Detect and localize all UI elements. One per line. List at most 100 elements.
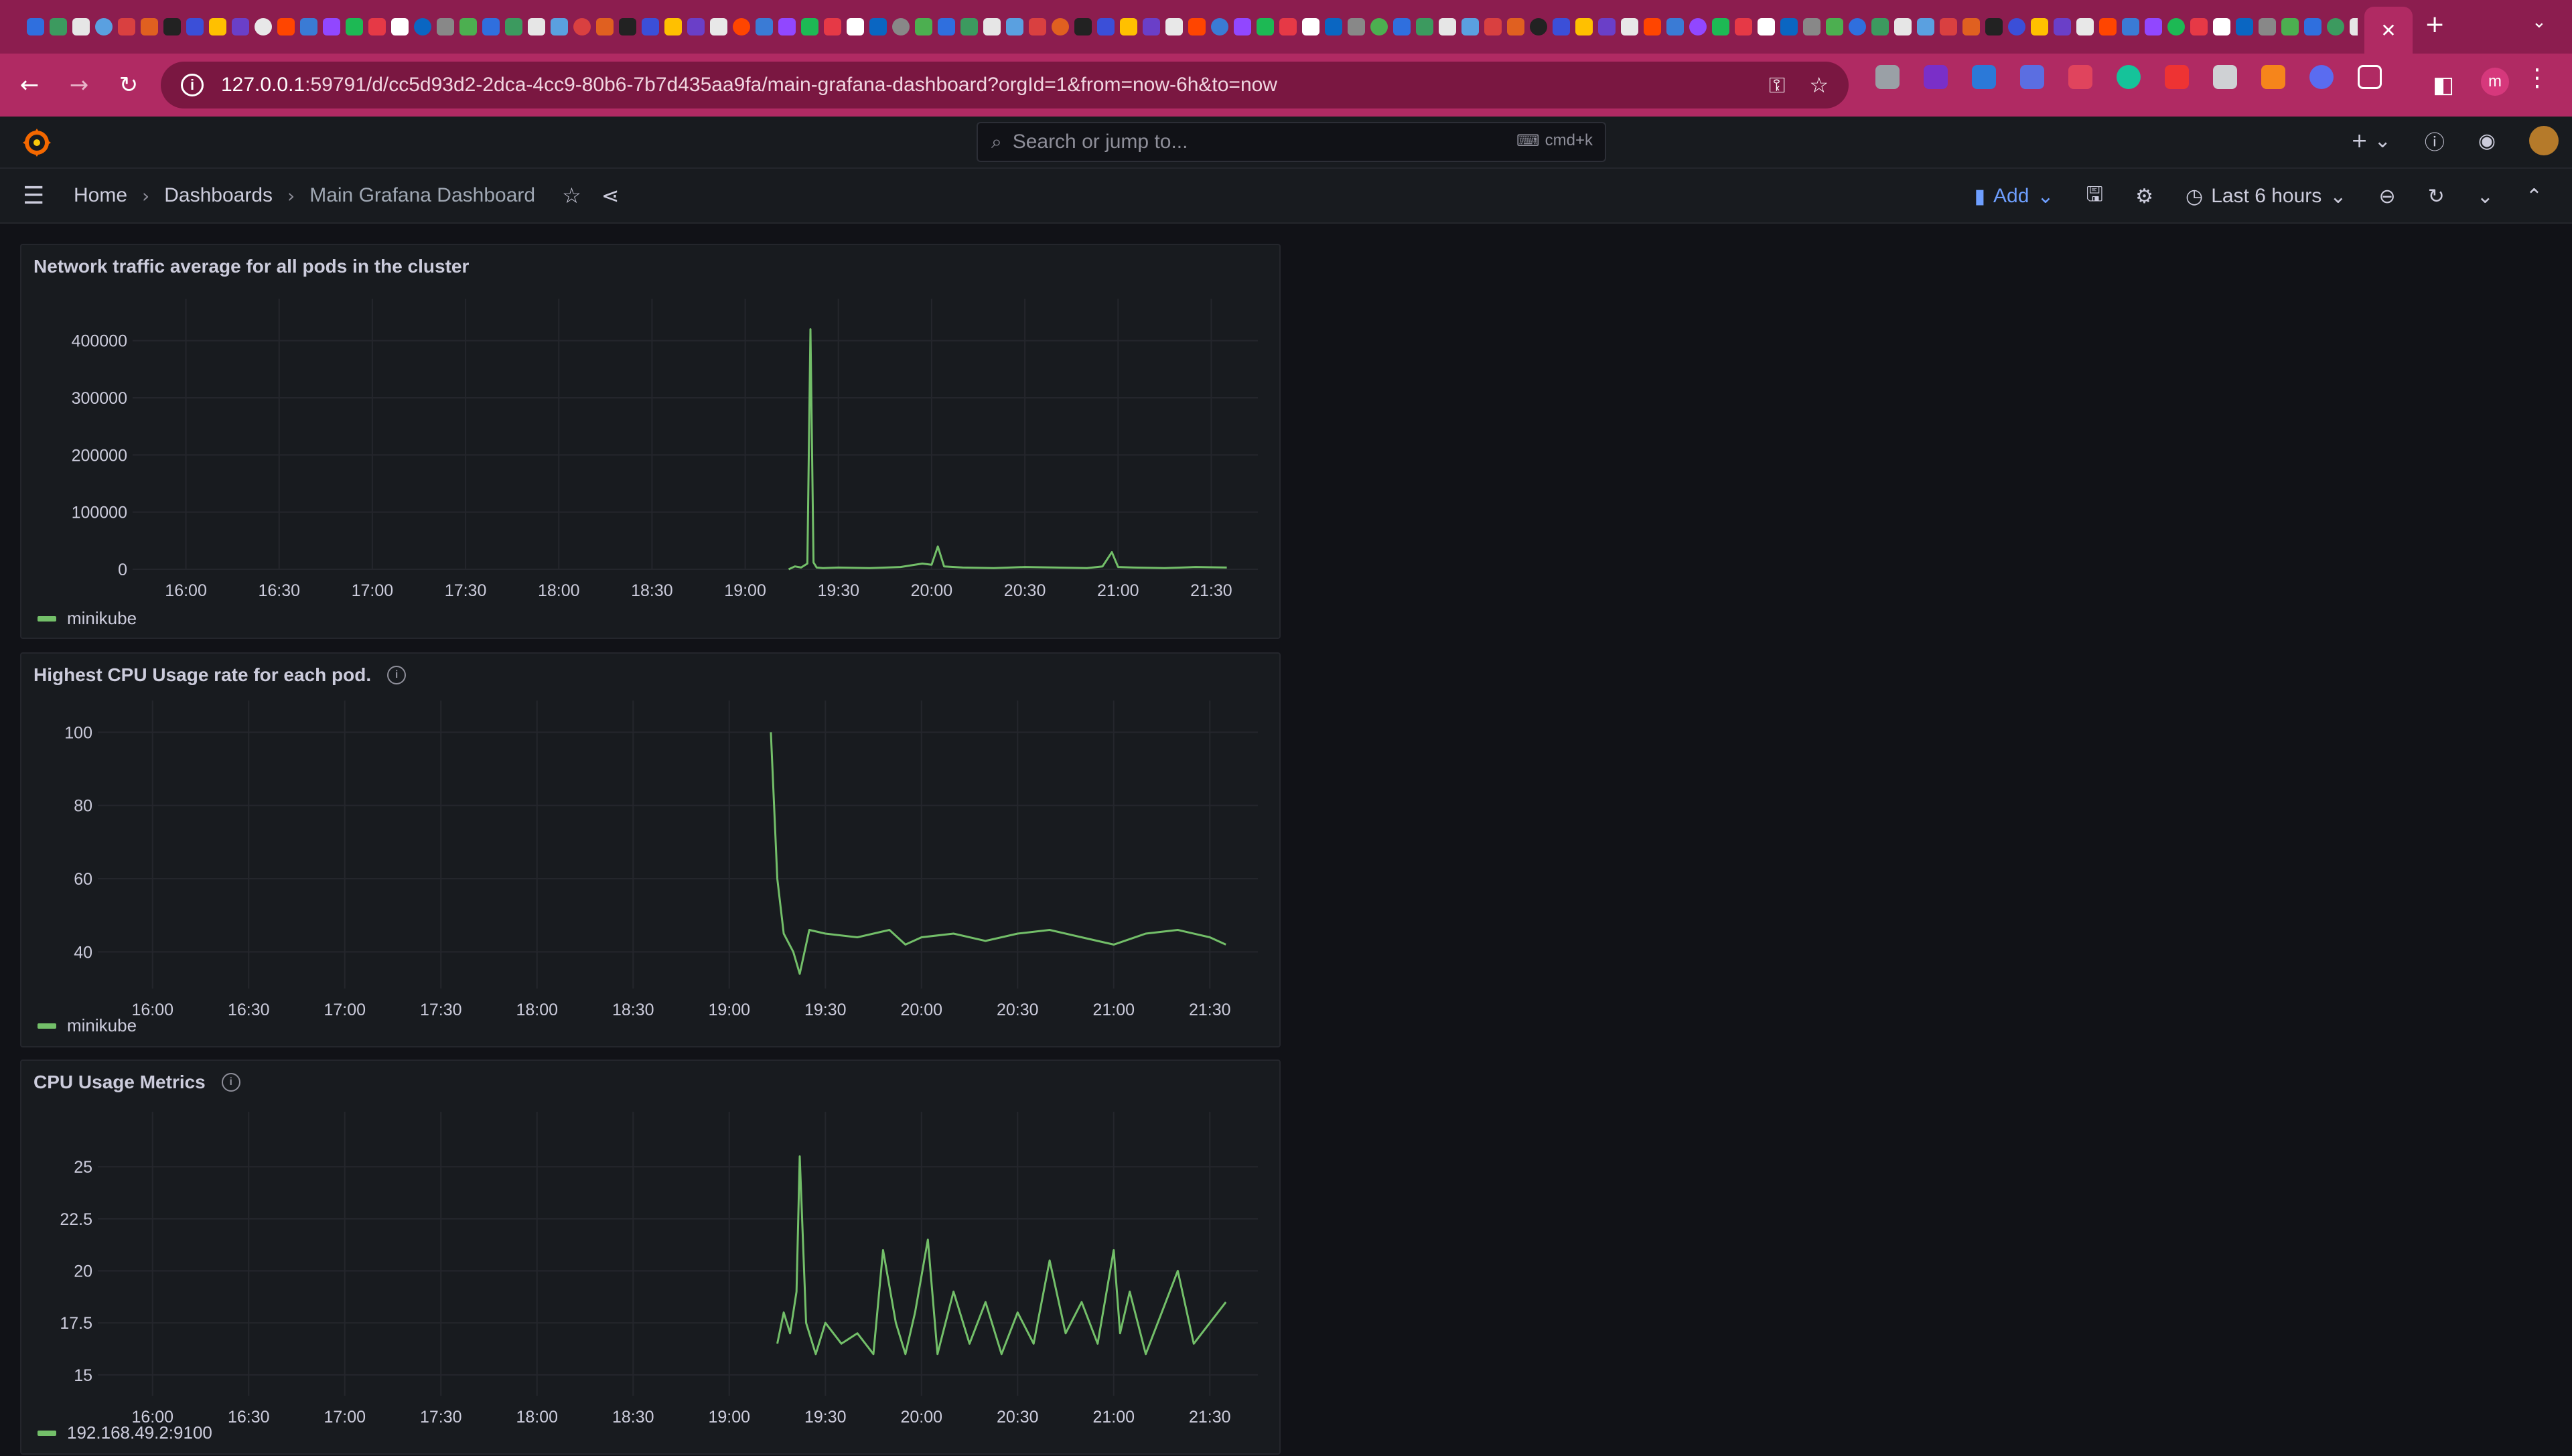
tab-favicon[interactable]	[300, 18, 317, 35]
tab-favicon[interactable]	[1348, 18, 1365, 35]
tab-favicon[interactable]	[1120, 18, 1137, 35]
tab-favicon[interactable]	[756, 18, 773, 35]
reload-button[interactable]: ↻	[109, 65, 149, 105]
tab-favicon[interactable]	[2031, 18, 2048, 35]
tab-favicon[interactable]	[528, 18, 545, 35]
tab-favicon[interactable]	[414, 18, 431, 35]
site-info-icon[interactable]: i	[181, 74, 204, 96]
new-plus-menu-icon[interactable]: + ⌄	[2351, 129, 2391, 153]
extension-icon[interactable]	[2020, 65, 2044, 89]
tab-favicon[interactable]	[1393, 18, 1411, 35]
tab-favicon[interactable]	[437, 18, 454, 35]
tab-favicon[interactable]	[1006, 18, 1023, 35]
tab-favicon[interactable]	[847, 18, 864, 35]
tab-favicon[interactable]	[687, 18, 705, 35]
tab-favicon[interactable]	[232, 18, 249, 35]
tab-favicon[interactable]	[277, 18, 295, 35]
network-traffic-chart[interactable]: 16:0016:3017:0017:3018:0018:3019:0019:30…	[21, 245, 1282, 640]
tab-favicon[interactable]	[1712, 18, 1729, 35]
tab-favicon[interactable]	[2145, 18, 2162, 35]
tab-favicon[interactable]	[505, 18, 522, 35]
tab-favicon[interactable]	[2259, 18, 2276, 35]
password-key-icon[interactable]: ⚿	[1769, 72, 1785, 98]
tab-favicon[interactable]	[1325, 18, 1342, 35]
tab-favicon[interactable]	[1553, 18, 1570, 35]
tab-favicon[interactable]	[1985, 18, 2003, 35]
tab-favicon[interactable]	[2327, 18, 2344, 35]
tab-favicon[interactable]	[664, 18, 682, 35]
tab-favicon[interactable]	[2213, 18, 2230, 35]
tab-favicon[interactable]	[1598, 18, 1616, 35]
tab-favicon[interactable]	[983, 18, 1001, 35]
tab-favicon[interactable]	[915, 18, 932, 35]
breadcrumb-home[interactable]: Home	[74, 184, 127, 207]
tab-favicon[interactable]	[733, 18, 750, 35]
tab-favicon[interactable]	[255, 18, 272, 35]
star-favorite-icon[interactable]: ☆	[562, 183, 581, 208]
tab-favicon[interactable]	[346, 18, 363, 35]
share-icon[interactable]: ⋖	[601, 183, 620, 208]
tab-favicon[interactable]	[2350, 18, 2358, 35]
tab-favicon[interactable]	[2281, 18, 2299, 35]
tab-favicon[interactable]	[619, 18, 636, 35]
tab-favicon[interactable]	[118, 18, 135, 35]
browser-menu-icon[interactable]: ⋮	[2525, 64, 2549, 92]
tab-favicon[interactable]	[1826, 18, 1843, 35]
tab-favicon[interactable]	[1257, 18, 1274, 35]
breadcrumb-dashboards[interactable]: Dashboards	[164, 184, 273, 207]
profile-avatar[interactable]: m	[2481, 68, 2509, 96]
tab-favicon[interactable]	[2190, 18, 2208, 35]
tab-favicon[interactable]	[960, 18, 978, 35]
active-tab[interactable]: ✕	[2364, 7, 2413, 54]
tab-search-chevron-icon[interactable]: ⌄	[2532, 12, 2547, 32]
tab-favicon[interactable]	[1029, 18, 1046, 35]
tab-favicon[interactable]	[1575, 18, 1593, 35]
grafana-logo-icon[interactable]	[20, 126, 54, 159]
tab-favicon[interactable]	[892, 18, 910, 35]
bookmark-star-icon[interactable]: ☆	[1809, 72, 1829, 98]
tab-favicon[interactable]	[1097, 18, 1115, 35]
extension-icon[interactable]	[2213, 65, 2237, 89]
add-button[interactable]: ▮Add⌄	[1958, 185, 2070, 208]
tab-favicon[interactable]	[50, 18, 67, 35]
save-dashboard-button[interactable]: 🖫	[2070, 179, 2120, 214]
panel-network-traffic[interactable]: Network traffic average for all pods in …	[20, 244, 1281, 639]
tab-favicon[interactable]	[1780, 18, 1798, 35]
zoom-out-button[interactable]: ⊖	[2362, 185, 2411, 208]
url-text[interactable]: 127.0.0.1:59791/d/cc5d93d2-2dca-4cc9-80b…	[221, 74, 1277, 96]
tab-favicon[interactable]	[72, 18, 90, 35]
tab-favicon[interactable]	[2122, 18, 2139, 35]
menu-hamburger-icon[interactable]: ☰	[23, 182, 50, 210]
extension-icon[interactable]	[2068, 65, 2092, 89]
chart-legend[interactable]: 192.168.49.2:9100	[38, 1423, 212, 1443]
tab-favicon[interactable]	[1143, 18, 1160, 35]
tab-favicon[interactable]	[482, 18, 500, 35]
collapse-header-button[interactable]: ⌃	[2510, 185, 2559, 208]
tab-favicon[interactable]	[209, 18, 226, 35]
extension-icon[interactable]	[1972, 65, 1996, 89]
chart-legend[interactable]: minikube	[38, 608, 137, 629]
tab-favicon[interactable]	[391, 18, 409, 35]
tab-favicon[interactable]	[1279, 18, 1297, 35]
tab-favicon[interactable]	[1211, 18, 1228, 35]
tab-favicon[interactable]	[1165, 18, 1183, 35]
metamask-icon[interactable]	[2261, 65, 2285, 89]
tab-favicon[interactable]	[642, 18, 659, 35]
dashboard-settings-button[interactable]: ⚙	[2119, 185, 2169, 208]
tab-favicon[interactable]	[2008, 18, 2025, 35]
tab-favicon[interactable]	[824, 18, 841, 35]
tab-favicon[interactable]	[1758, 18, 1775, 35]
tab-favicon[interactable]	[2076, 18, 2094, 35]
tab-favicon[interactable]	[459, 18, 477, 35]
user-avatar[interactable]	[2529, 126, 2559, 155]
tab-favicon[interactable]	[1074, 18, 1092, 35]
new-tab-button[interactable]: +	[2425, 11, 2445, 38]
tab-favicon[interactable]	[1803, 18, 1820, 35]
tab-favicon[interactable]	[710, 18, 727, 35]
highest-cpu-chart[interactable]: 16:0016:3017:0017:3018:0018:3019:0019:30…	[21, 654, 1282, 1049]
tab-favicon[interactable]	[2304, 18, 2321, 35]
panel-highest-cpu[interactable]: Highest CPU Usage rate for each pod.i 16…	[20, 652, 1281, 1047]
tab-favicon[interactable]	[1052, 18, 1069, 35]
tab-favicon[interactable]	[778, 18, 796, 35]
tab-favicon[interactable]	[1871, 18, 1889, 35]
